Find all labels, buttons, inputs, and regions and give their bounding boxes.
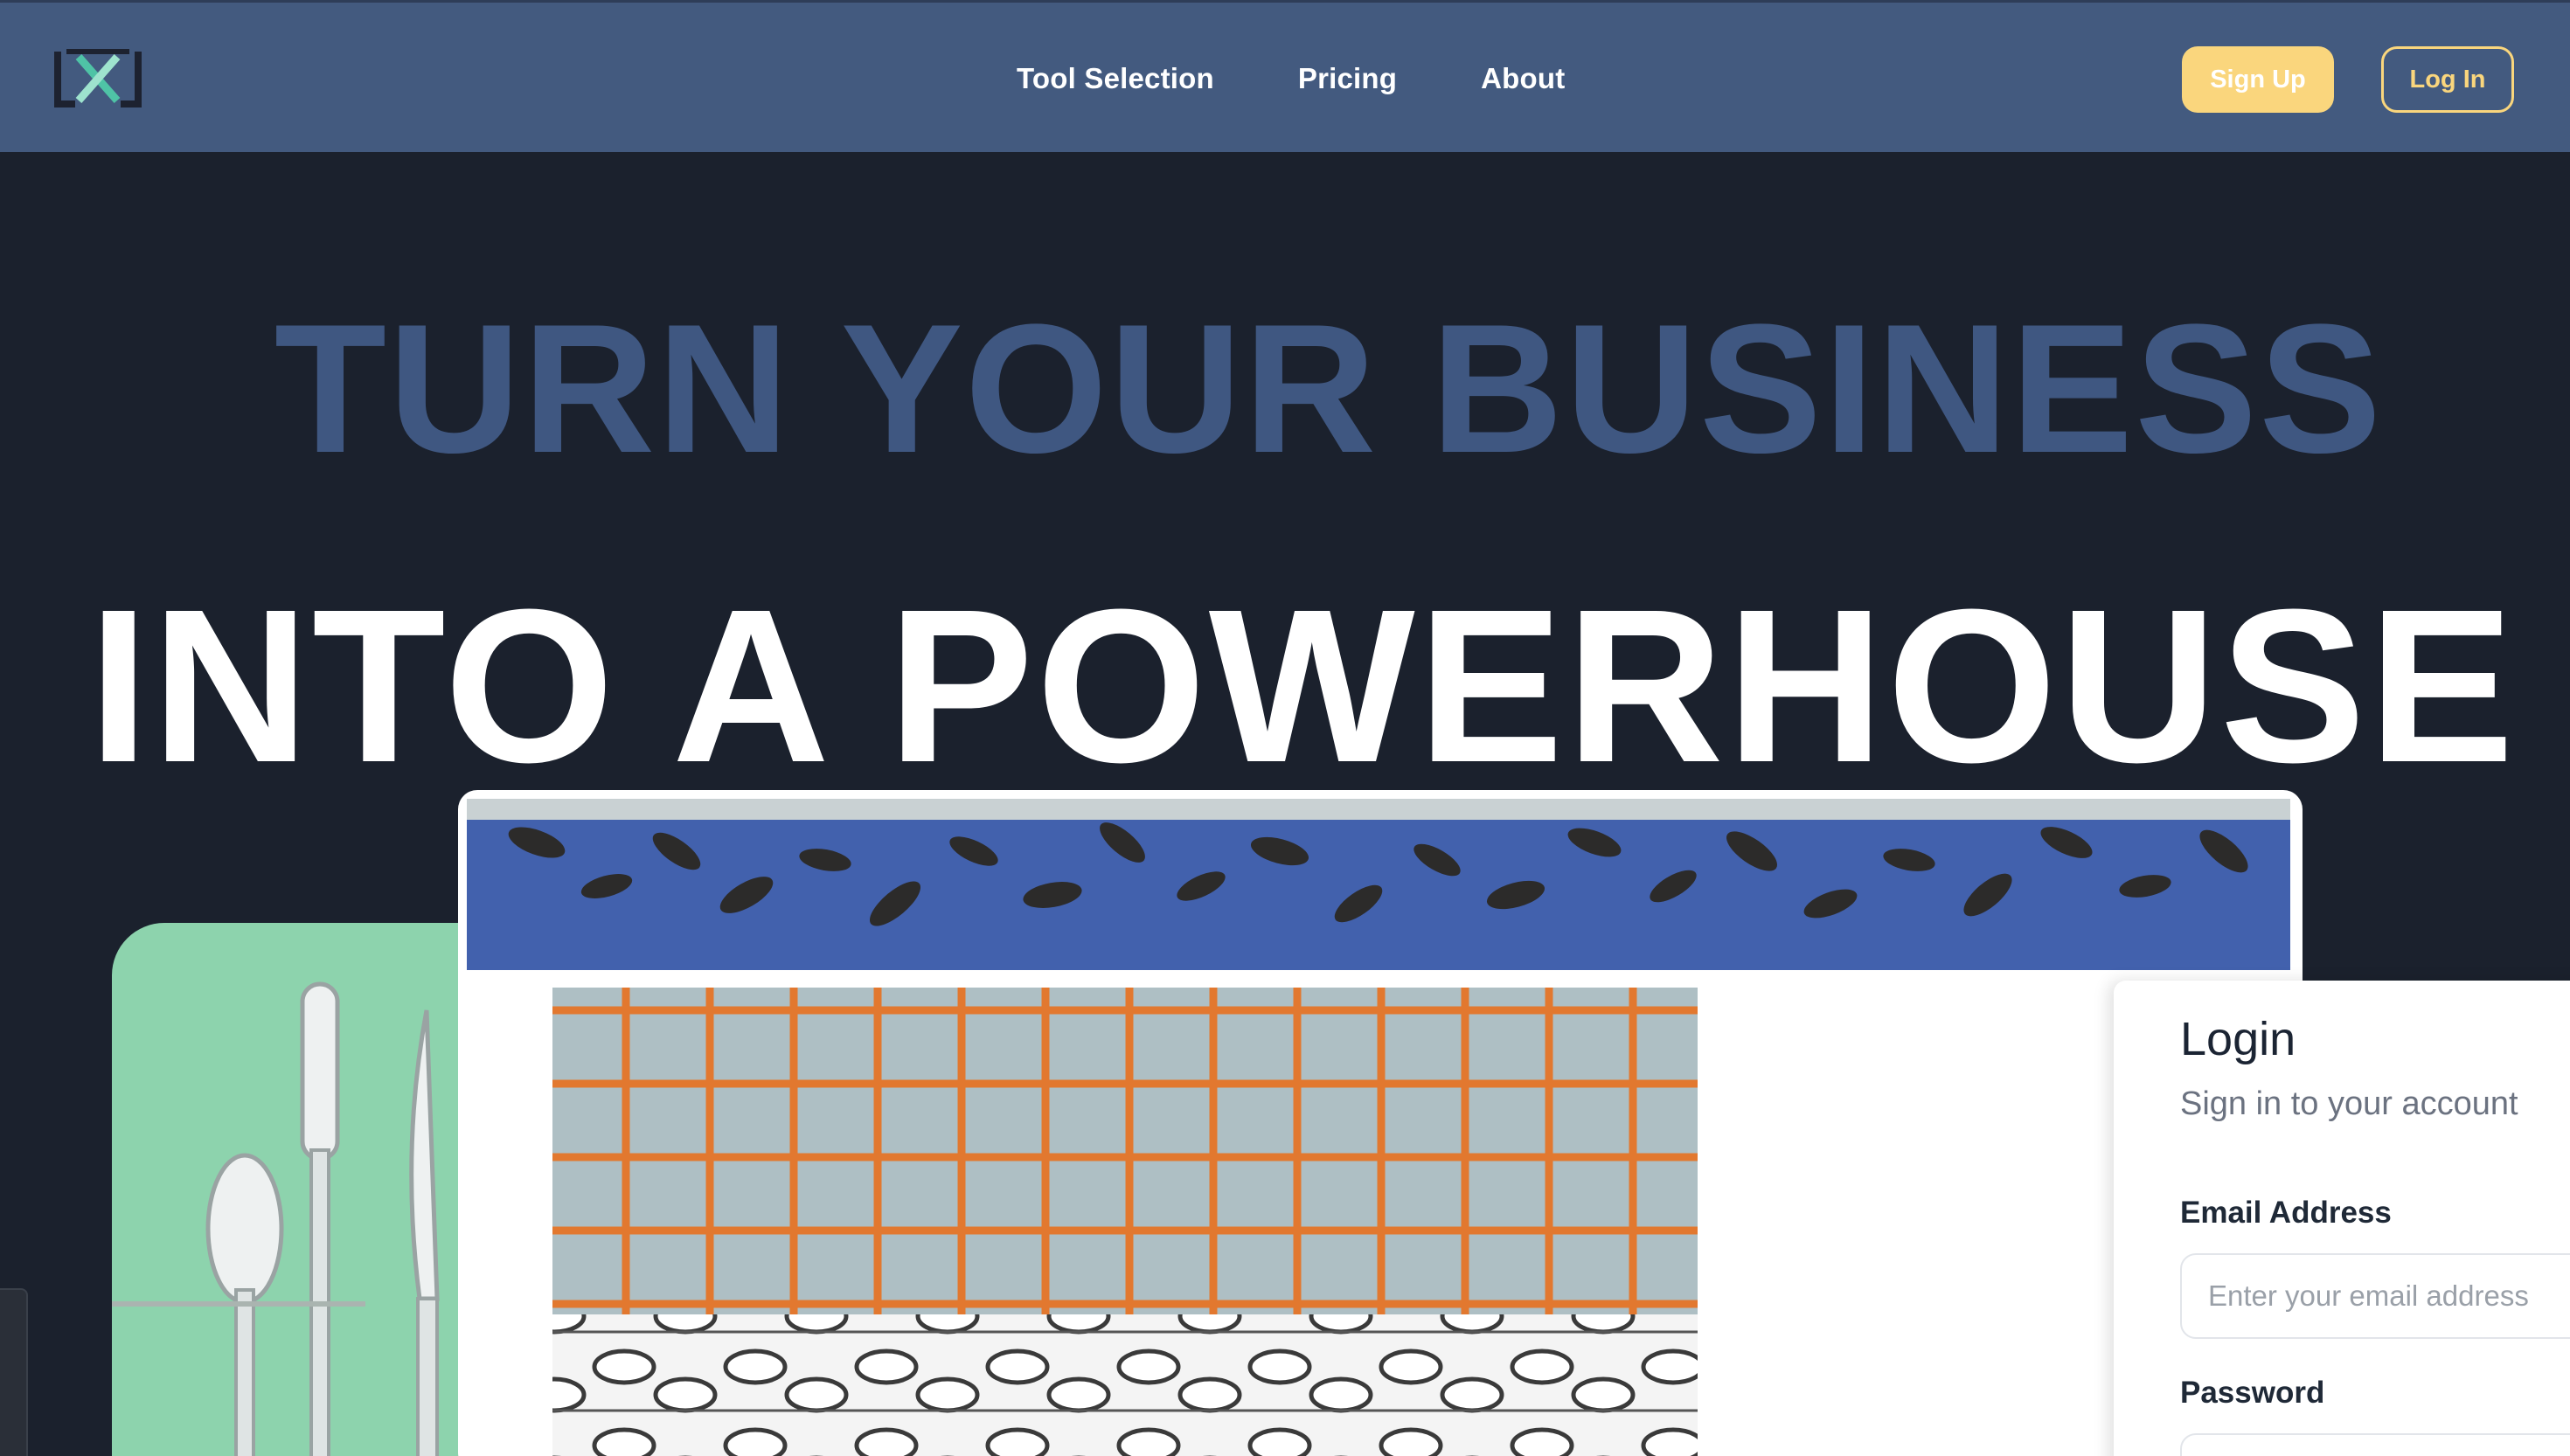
cutlery-illustration [112,981,440,1456]
log-in-button[interactable]: Log In [2381,46,2514,113]
hero-heading-line-1: TURN YOUR BUSINESS [274,286,2384,491]
login-card: Login Sign in to your account Email Addr… [2114,981,2570,1456]
landing-page: Tool Selection Pricing About Sign Up Log… [0,0,2570,1456]
side-handle[interactable] [0,1288,28,1456]
nav-tool-selection[interactable]: Tool Selection [1017,62,1214,95]
email-label: Email Address [2180,1196,2392,1230]
hero-heading-line-2: INTO A POWERHOUSE [87,564,2518,808]
email-input[interactable] [2180,1253,2570,1339]
nav-about[interactable]: About [1481,62,1565,95]
top-navigation-bar: Tool Selection Pricing About Sign Up Log… [0,0,2570,152]
password-input[interactable] [2180,1433,2570,1456]
restaurant-illustration [467,799,2290,1456]
password-label: Password [2180,1376,2325,1410]
login-subtitle: Sign in to your account [2180,1085,2518,1122]
sign-up-button[interactable]: Sign Up [2182,46,2334,113]
illustration-green-panel [112,923,514,1456]
nav-pricing[interactable]: Pricing [1298,62,1397,95]
login-title: Login [2180,1013,2296,1065]
brand-logo-icon[interactable] [54,48,142,107]
main-nav: Tool Selection Pricing About [1017,3,1565,155]
